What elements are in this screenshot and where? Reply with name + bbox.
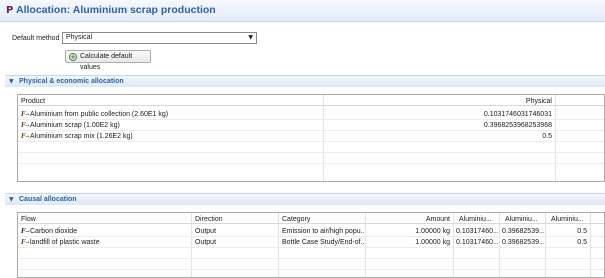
page-title: Allocation: Aluminium scrap production — [16, 4, 216, 16]
calculate-default-values-label: Calculate default values — [80, 53, 133, 71]
default-method-select[interactable]: Physical ▼ — [62, 32, 257, 44]
table-header-row: Product Physical — [18, 95, 604, 106]
column-header-direction[interactable]: Direction — [195, 214, 223, 225]
collapse-triangle-icon: ▼ — [9, 78, 14, 85]
process-icon: P — [6, 5, 14, 16]
causal-allocation-table[interactable]: Flow Direction Category Amount Aluminiu.… — [17, 212, 605, 278]
add-icon: + — [69, 53, 77, 61]
causal-allocation-section-title: Causal allocation — [19, 196, 77, 203]
physical-economic-section-title: Physical & economic allocation — [19, 78, 124, 85]
default-method-value: Physical — [66, 34, 93, 41]
column-header-physical[interactable]: Physical — [328, 96, 552, 107]
column-header-product[interactable]: Product — [21, 96, 45, 107]
column-header-amount[interactable]: Amount — [368, 214, 450, 225]
calculate-default-values-button[interactable]: + Calculate default values — [65, 50, 151, 71]
collapse-triangle-icon: ▼ — [9, 196, 14, 203]
physical-economic-section-header[interactable]: ▼ Physical & economic allocation — [5, 75, 605, 87]
column-header-allocation-3[interactable]: Aluminiu... — [551, 214, 584, 225]
physical-allocation-table[interactable]: Product Physical F→Aluminium from public… — [17, 94, 605, 182]
column-header-category[interactable]: Category — [282, 214, 310, 225]
column-header-allocation-1[interactable]: Aluminiu... — [459, 214, 492, 225]
default-method-label: Default method — [12, 35, 60, 42]
chevron-down-icon: ▼ — [248, 34, 253, 41]
editor-header: P Allocation: Aluminium scrap production — [0, 0, 605, 22]
causal-allocation-section-header[interactable]: ▼ Causal allocation — [5, 193, 605, 205]
column-header-allocation-2[interactable]: Aluminiu... — [505, 214, 538, 225]
column-header-flow[interactable]: Flow — [21, 214, 36, 225]
table-header-row: Flow Direction Category Amount Aluminiu.… — [18, 213, 604, 224]
